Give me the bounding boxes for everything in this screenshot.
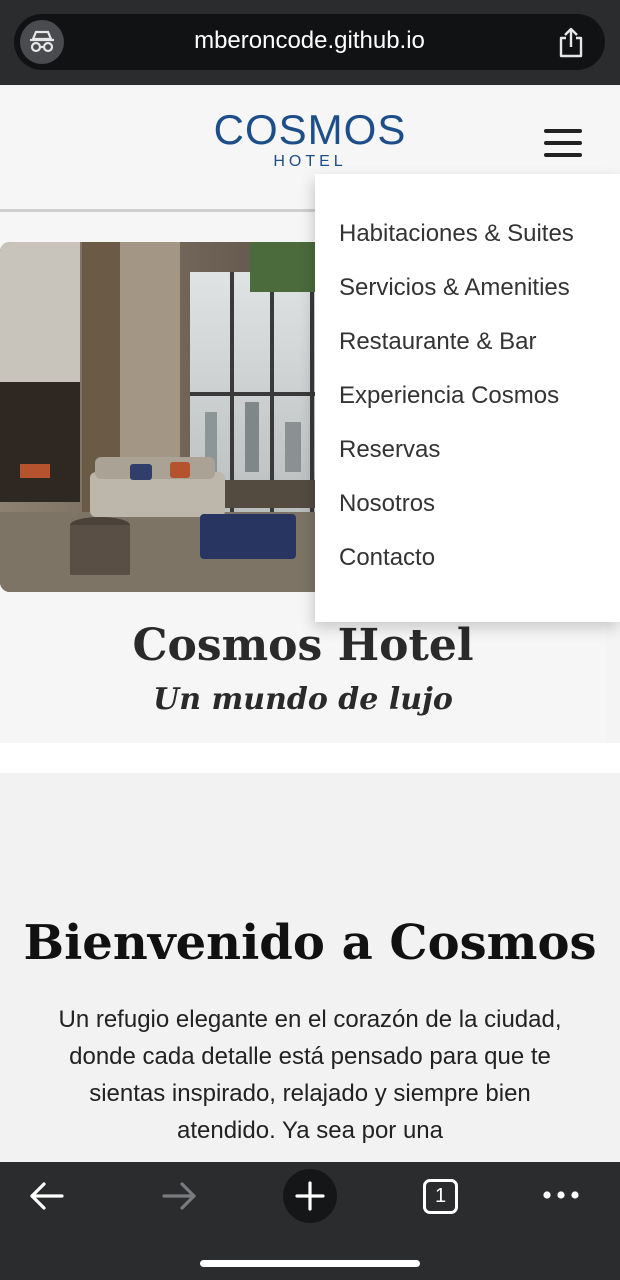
menu-item-restaurante[interactable]: Restaurante & Bar	[315, 326, 620, 380]
forward-arrow-icon[interactable]	[160, 1180, 198, 1217]
hero-image-lobby	[0, 242, 330, 592]
menu-item-contacto[interactable]: Contacto	[315, 542, 620, 596]
browser-top-bar: mberoncode.github.io	[0, 0, 620, 85]
tabs-icon[interactable]: 1	[423, 1179, 458, 1214]
address-bar[interactable]: mberoncode.github.io	[14, 14, 605, 70]
menu-item-servicios[interactable]: Servicios & Amenities	[315, 272, 620, 326]
hamburger-menu-icon[interactable]	[544, 129, 582, 159]
logo-main-text: COSMOS	[213, 106, 407, 153]
browser-bottom-bar: 1	[0, 1162, 620, 1280]
plus-icon	[295, 1181, 325, 1211]
back-arrow-icon[interactable]	[28, 1180, 66, 1217]
section-divider	[0, 743, 620, 773]
logo-sub-text: HOTEL	[273, 153, 347, 170]
new-tab-button[interactable]	[283, 1169, 337, 1223]
menu-item-experiencia[interactable]: Experiencia Cosmos	[315, 380, 620, 434]
url-text[interactable]: mberoncode.github.io	[14, 27, 605, 55]
welcome-title: Bienvenido a Cosmos	[23, 915, 597, 971]
share-icon[interactable]	[557, 27, 585, 59]
nav-dropdown-menu: Habitaciones & Suites Servicios & Amenit…	[315, 174, 620, 622]
welcome-text: Un refugio elegante en el corazón de la …	[58, 1006, 562, 1144]
welcome-section: Bienvenido a Cosmos Un refugio elegante …	[0, 773, 620, 1163]
menu-item-nosotros[interactable]: Nosotros	[315, 488, 620, 542]
home-indicator[interactable]	[200, 1260, 420, 1267]
more-icon[interactable]	[542, 1188, 580, 1207]
menu-item-reservas[interactable]: Reservas	[315, 434, 620, 488]
hero-subtitle: Un mundo de lujo	[153, 682, 453, 717]
hotel-logo[interactable]: COSMOS HOTEL	[205, 106, 415, 171]
hero-title: Cosmos Hotel	[132, 620, 474, 671]
menu-item-habitaciones[interactable]: Habitaciones & Suites	[315, 218, 620, 272]
